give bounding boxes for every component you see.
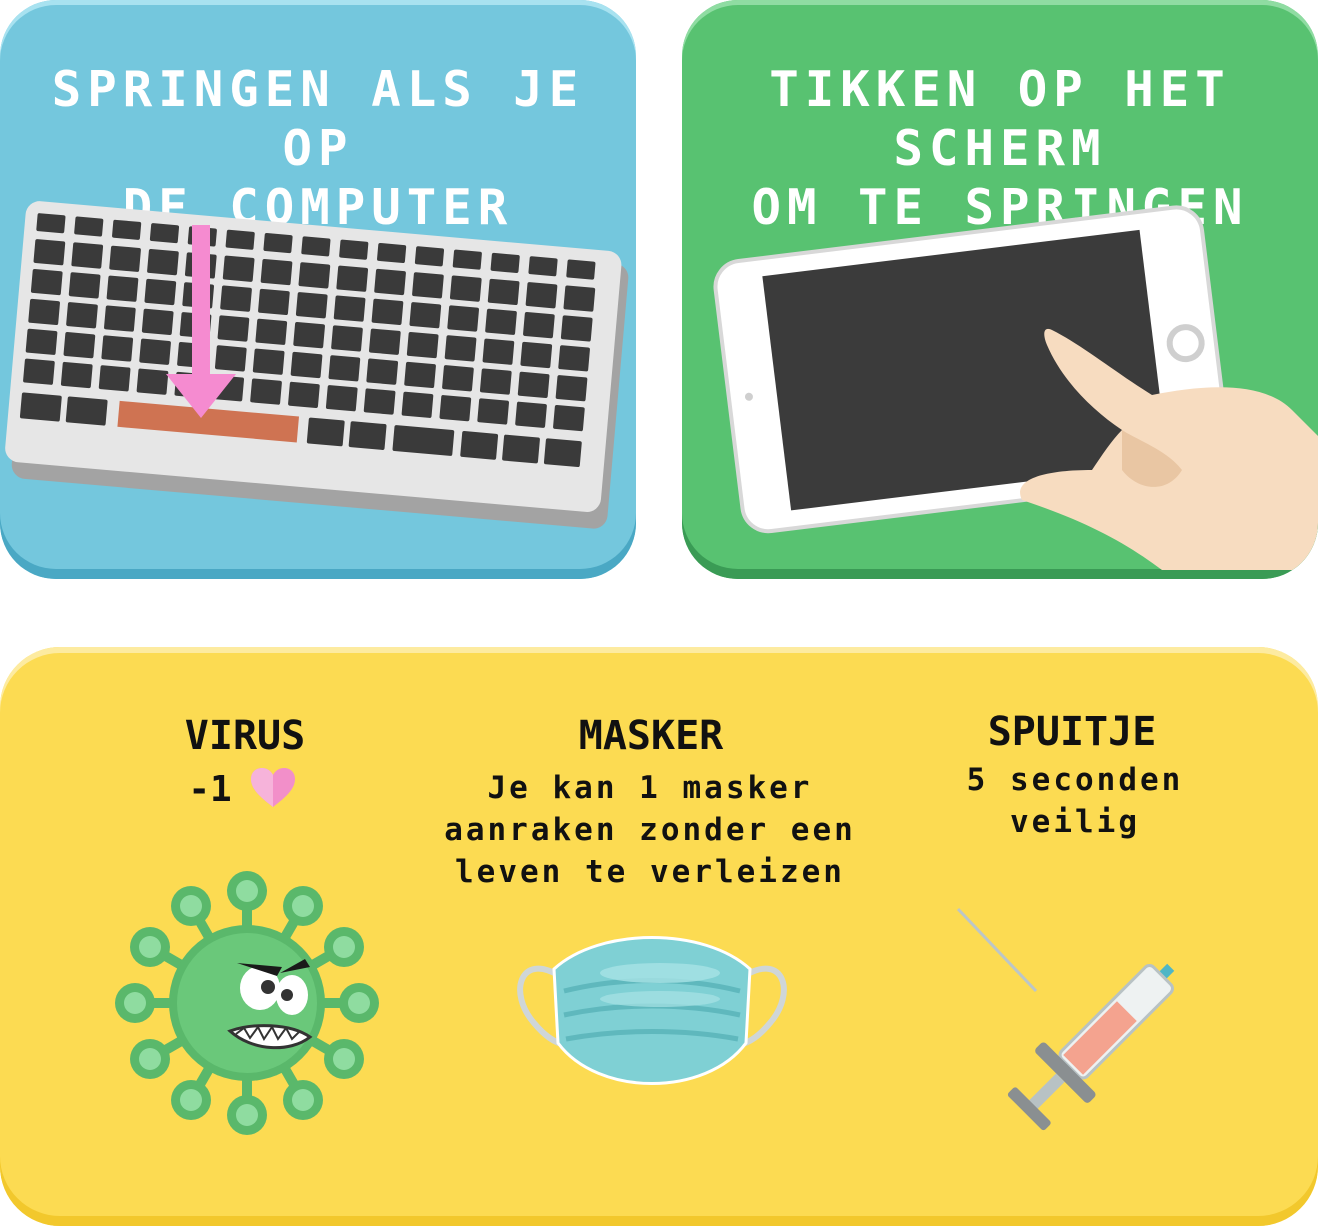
syringe-title: SPUITJE xyxy=(987,709,1157,755)
heart-icon xyxy=(251,768,295,807)
mask-title: MASKER xyxy=(578,713,724,759)
tablet-panel: TIKKEN OP HET SCHERM OM TE SPRINGEN xyxy=(682,0,1318,579)
keyboard-panel: SPRINGEN ALS JE OP DE COMPUTER SPEELT xyxy=(0,0,636,579)
virus-effect: -1 xyxy=(188,769,232,810)
syringe-description: 5 seconden veilig xyxy=(966,762,1184,840)
items-panel: VIRUS -1 MASKER Je kan 1 masker aanraken… xyxy=(0,647,1318,1226)
mask-description: Je kan 1 masker aanraken zonder een leve… xyxy=(444,770,856,890)
tablet-illustration xyxy=(713,205,1318,570)
keyboard-illustration xyxy=(5,201,629,529)
virus-title: VIRUS xyxy=(184,713,306,759)
mask-icon xyxy=(517,936,787,1085)
syringe-icon xyxy=(956,907,1175,1131)
virus-icon xyxy=(115,871,379,1135)
